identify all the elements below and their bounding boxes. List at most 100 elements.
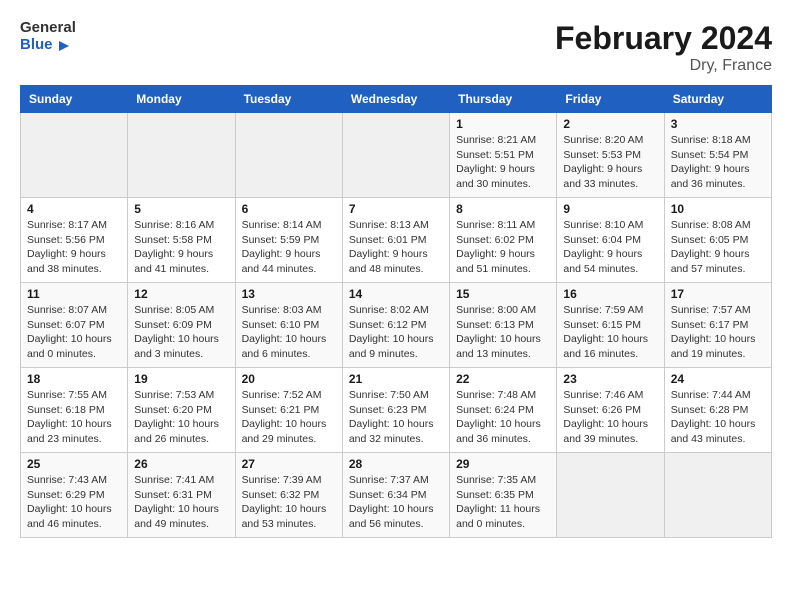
month-title: February 2024 — [555, 20, 772, 57]
day-info: Sunrise: 7:52 AM Sunset: 6:21 PM Dayligh… — [242, 388, 336, 447]
table-row: 22 Sunrise: 7:48 AM Sunset: 6:24 PM Dayli… — [450, 368, 557, 453]
calendar-week-row: 1 Sunrise: 8:21 AM Sunset: 5:51 PM Daylig… — [21, 113, 772, 198]
table-row: 14 Sunrise: 8:02 AM Sunset: 6:12 PM Dayli… — [342, 283, 449, 368]
day-number: 3 — [671, 117, 765, 131]
day-number: 24 — [671, 372, 765, 386]
col-tuesday: Tuesday — [235, 86, 342, 113]
table-row: 16 Sunrise: 7:59 AM Sunset: 6:15 PM Dayli… — [557, 283, 664, 368]
day-info: Sunrise: 7:39 AM Sunset: 6:32 PM Dayligh… — [242, 473, 336, 532]
table-row: 23 Sunrise: 7:46 AM Sunset: 6:26 PM Dayli… — [557, 368, 664, 453]
table-row: 9Sunrise: 8:10 AM Sunset: 6:04 PM Daylig… — [557, 198, 664, 283]
table-row: 27Sunrise: 7:39 AM Sunset: 6:32 PM Dayli… — [235, 453, 342, 538]
table-row: 25Sunrise: 7:43 AM Sunset: 6:29 PM Dayli… — [21, 453, 128, 538]
col-monday: Monday — [128, 86, 235, 113]
day-info: Sunrise: 8:02 AM Sunset: 6:12 PM Dayligh… — [349, 303, 443, 362]
day-number: 8 — [456, 202, 550, 216]
day-number: 23 — [563, 372, 657, 386]
day-info: Sunrise: 8:00 AM Sunset: 6:13 PM Dayligh… — [456, 303, 550, 362]
calendar-week-row: 25Sunrise: 7:43 AM Sunset: 6:29 PM Dayli… — [21, 453, 772, 538]
day-number: 6 — [242, 202, 336, 216]
day-number: 10 — [671, 202, 765, 216]
table-row — [235, 113, 342, 198]
day-number: 22 — [456, 372, 550, 386]
table-row: 12 Sunrise: 8:05 AM Sunset: 6:09 PM Dayli… — [128, 283, 235, 368]
table-row: 10 Sunrise: 8:08 AM Sunset: 6:05 PM Dayli… — [664, 198, 771, 283]
logo-arrow-icon — [55, 37, 73, 55]
day-info: Sunrise: 7:57 AM Sunset: 6:17 PM Dayligh… — [671, 303, 765, 362]
day-number: 18 — [27, 372, 121, 386]
table-row: 2 Sunrise: 8:20 AM Sunset: 5:53 PM Daylig… — [557, 113, 664, 198]
table-row: 11 Sunrise: 8:07 AM Sunset: 6:07 PM Dayli… — [21, 283, 128, 368]
day-number: 28 — [349, 457, 443, 471]
page-header: General Blue February 2024 Dry, France — [20, 20, 772, 75]
day-number: 11 — [27, 287, 121, 301]
calendar-week-row: 11 Sunrise: 8:07 AM Sunset: 6:07 PM Dayli… — [21, 283, 772, 368]
calendar-header-row: Sunday Monday Tuesday Wednesday Thursday… — [21, 86, 772, 113]
table-row: 6 Sunrise: 8:14 AM Sunset: 5:59 PM Daylig… — [235, 198, 342, 283]
table-row: 26Sunrise: 7:41 AM Sunset: 6:31 PM Dayli… — [128, 453, 235, 538]
day-number: 14 — [349, 287, 443, 301]
day-number: 4 — [27, 202, 121, 216]
day-number: 17 — [671, 287, 765, 301]
day-info: Sunrise: 8:05 AM Sunset: 6:09 PM Dayligh… — [134, 303, 228, 362]
day-number: 1 — [456, 117, 550, 131]
day-info: Sunrise: 7:37 AM Sunset: 6:34 PM Dayligh… — [349, 473, 443, 532]
table-row: 13Sunrise: 8:03 AM Sunset: 6:10 PM Dayli… — [235, 283, 342, 368]
day-info: Sunrise: 8:11 AM Sunset: 6:02 PM Dayligh… — [456, 218, 550, 277]
day-number: 26 — [134, 457, 228, 471]
table-row: 17 Sunrise: 7:57 AM Sunset: 6:17 PM Dayli… — [664, 283, 771, 368]
location: Dry, France — [555, 57, 772, 75]
table-row: 28 Sunrise: 7:37 AM Sunset: 6:34 PM Dayli… — [342, 453, 449, 538]
table-row — [21, 113, 128, 198]
table-row: 5Sunrise: 8:16 AM Sunset: 5:58 PM Daylig… — [128, 198, 235, 283]
day-info: Sunrise: 7:44 AM Sunset: 6:28 PM Dayligh… — [671, 388, 765, 447]
day-info: Sunrise: 8:13 AM Sunset: 6:01 PM Dayligh… — [349, 218, 443, 277]
col-friday: Friday — [557, 86, 664, 113]
day-info: Sunrise: 7:50 AM Sunset: 6:23 PM Dayligh… — [349, 388, 443, 447]
day-info: Sunrise: 8:17 AM Sunset: 5:56 PM Dayligh… — [27, 218, 121, 277]
table-row: 3 Sunrise: 8:18 AM Sunset: 5:54 PM Daylig… — [664, 113, 771, 198]
day-info: Sunrise: 8:07 AM Sunset: 6:07 PM Dayligh… — [27, 303, 121, 362]
day-number: 7 — [349, 202, 443, 216]
day-number: 29 — [456, 457, 550, 471]
table-row: 8 Sunrise: 8:11 AM Sunset: 6:02 PM Daylig… — [450, 198, 557, 283]
title-block: February 2024 Dry, France — [555, 20, 772, 75]
day-number: 5 — [134, 202, 228, 216]
day-info: Sunrise: 8:14 AM Sunset: 5:59 PM Dayligh… — [242, 218, 336, 277]
table-row — [557, 453, 664, 538]
day-info: Sunrise: 8:18 AM Sunset: 5:54 PM Dayligh… — [671, 133, 765, 192]
day-number: 16 — [563, 287, 657, 301]
col-thursday: Thursday — [450, 86, 557, 113]
table-row — [664, 453, 771, 538]
day-info: Sunrise: 7:43 AM Sunset: 6:29 PM Dayligh… — [27, 473, 121, 532]
day-number: 20 — [242, 372, 336, 386]
table-row: 1 Sunrise: 8:21 AM Sunset: 5:51 PM Daylig… — [450, 113, 557, 198]
day-info: Sunrise: 8:20 AM Sunset: 5:53 PM Dayligh… — [563, 133, 657, 192]
day-number: 12 — [134, 287, 228, 301]
day-info: Sunrise: 8:03 AM Sunset: 6:10 PM Dayligh… — [242, 303, 336, 362]
day-info: Sunrise: 7:59 AM Sunset: 6:15 PM Dayligh… — [563, 303, 657, 362]
day-number: 9 — [563, 202, 657, 216]
table-row — [128, 113, 235, 198]
calendar-week-row: 18 Sunrise: 7:55 AM Sunset: 6:18 PM Dayli… — [21, 368, 772, 453]
day-info: Sunrise: 8:08 AM Sunset: 6:05 PM Dayligh… — [671, 218, 765, 277]
day-info: Sunrise: 7:48 AM Sunset: 6:24 PM Dayligh… — [456, 388, 550, 447]
table-row: 18 Sunrise: 7:55 AM Sunset: 6:18 PM Dayli… — [21, 368, 128, 453]
day-info: Sunrise: 7:46 AM Sunset: 6:26 PM Dayligh… — [563, 388, 657, 447]
day-info: Sunrise: 7:53 AM Sunset: 6:20 PM Dayligh… — [134, 388, 228, 447]
day-number: 19 — [134, 372, 228, 386]
col-sunday: Sunday — [21, 86, 128, 113]
table-row: 7 Sunrise: 8:13 AM Sunset: 6:01 PM Daylig… — [342, 198, 449, 283]
table-row: 15 Sunrise: 8:00 AM Sunset: 6:13 PM Dayli… — [450, 283, 557, 368]
day-number: 2 — [563, 117, 657, 131]
table-row: 19 Sunrise: 7:53 AM Sunset: 6:20 PM Dayli… — [128, 368, 235, 453]
day-number: 15 — [456, 287, 550, 301]
table-row: 20 Sunrise: 7:52 AM Sunset: 6:21 PM Dayli… — [235, 368, 342, 453]
day-info: Sunrise: 7:55 AM Sunset: 6:18 PM Dayligh… — [27, 388, 121, 447]
table-row: 29Sunrise: 7:35 AM Sunset: 6:35 PM Dayli… — [450, 453, 557, 538]
col-wednesday: Wednesday — [342, 86, 449, 113]
day-info: Sunrise: 8:21 AM Sunset: 5:51 PM Dayligh… — [456, 133, 550, 192]
calendar-week-row: 4 Sunrise: 8:17 AM Sunset: 5:56 PM Daylig… — [21, 198, 772, 283]
table-row: 21Sunrise: 7:50 AM Sunset: 6:23 PM Dayli… — [342, 368, 449, 453]
table-row — [342, 113, 449, 198]
